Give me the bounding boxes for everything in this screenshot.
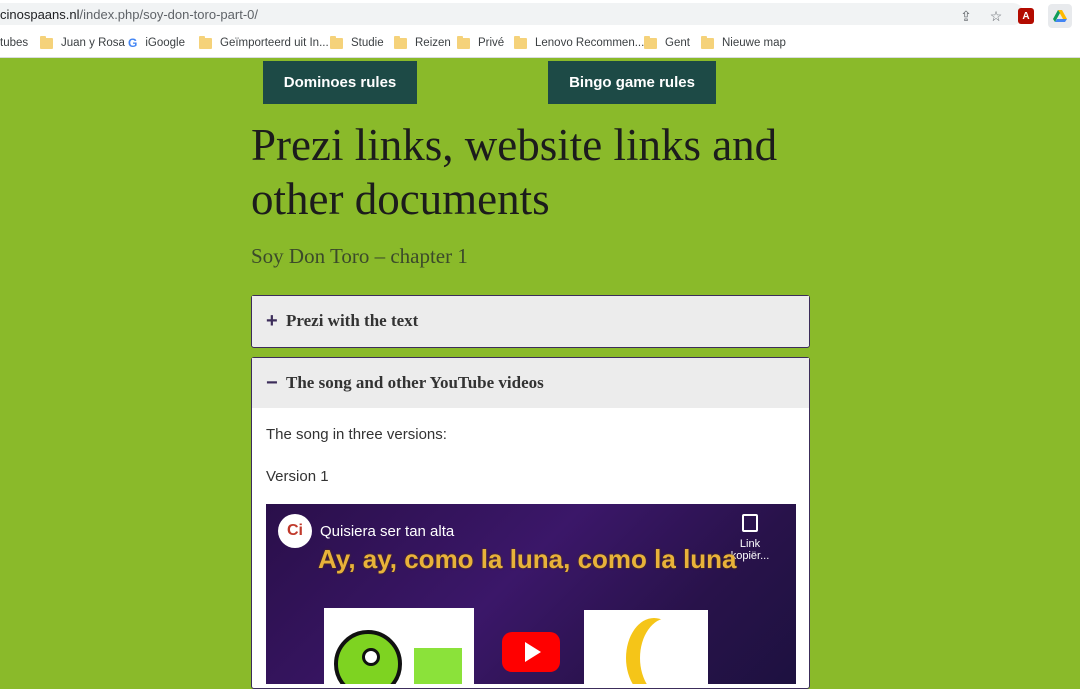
url-path: /index.php/soy-don-toro-part-0/ (79, 7, 258, 22)
eye-icon (362, 648, 380, 666)
url-text: cinospaans.nl/index.php/soy-don-toro-par… (0, 7, 258, 22)
bookmark-igoogle[interactable]: GiGoogle (128, 35, 185, 51)
plus-icon: + (266, 310, 278, 332)
google-icon: G (128, 36, 138, 50)
intro-text: The song in three versions: (266, 426, 447, 443)
accordion-header[interactable]: + Prezi with the text (252, 296, 809, 346)
face-icon (334, 630, 402, 684)
page-subtitle: Soy Don Toro – chapter 1 (251, 244, 468, 268)
bookmark-nieuwe-map[interactable]: Nieuwe map (701, 35, 786, 51)
accordion-title: Prezi with the text (286, 311, 419, 330)
accordion-header[interactable]: − The song and other YouTube videos (252, 358, 809, 408)
video-lyric-text: Ay, ay, como la luna, como la luna (318, 544, 737, 574)
bookmark-tubes[interactable]: tubes (0, 35, 28, 51)
video-title[interactable]: Quisiera ser tan alta (320, 523, 454, 540)
url-field[interactable]: cinospaans.nl/index.php/soy-don-toro-par… (0, 3, 1024, 25)
dominoes-rules-button[interactable]: Dominoes rules (263, 61, 417, 104)
moon-icon (640, 618, 696, 684)
folder-icon (514, 35, 527, 49)
bookmarks-bar: tubes Juan y Rosa GiGoogle Geïmporteerd … (0, 28, 1080, 58)
youtube-embed[interactable]: Ci Quisiera ser tan alta Link kopiër... … (266, 504, 796, 684)
folder-icon (394, 35, 407, 49)
bookmark-studie[interactable]: Studie (330, 35, 384, 51)
address-bar: cinospaans.nl/index.php/soy-don-toro-par… (0, 0, 1080, 28)
bookmark-label: Lenovo Recommen... (535, 37, 645, 49)
folder-icon (644, 35, 657, 49)
copy-icon (742, 514, 758, 532)
folder-icon (457, 35, 470, 49)
accordion-title: The song and other YouTube videos (286, 373, 544, 392)
accordion-youtube: − The song and other YouTube videos The … (251, 357, 810, 689)
bookmark-gent[interactable]: Gent (644, 35, 690, 51)
bookmark-label: Geïmporteerd uit In... (220, 37, 329, 49)
folder-icon (40, 35, 53, 49)
folder-icon (701, 35, 714, 49)
moon-image (584, 610, 708, 684)
bookmark-label: Studie (351, 37, 384, 49)
drive-extension-icon[interactable] (1048, 4, 1072, 28)
cartoon-face-image (324, 608, 474, 684)
url-domain: cinospaans.nl (0, 7, 80, 22)
bookmark-label: Nieuwe map (722, 37, 786, 49)
bookmark-geimporteerd[interactable]: Geïmporteerd uit In... (199, 35, 329, 51)
bookmark-label: Gent (665, 37, 690, 49)
channel-logo[interactable]: Ci (278, 514, 312, 548)
page-title: Prezi links, website links and other doc… (251, 120, 778, 224)
play-icon (525, 642, 541, 662)
bookmark-label: Privé (478, 37, 505, 49)
pdf-extension-icon[interactable]: A (1018, 8, 1034, 24)
version-label: Version 1 (266, 468, 329, 485)
bingo-rules-button[interactable]: Bingo game rules (548, 61, 716, 104)
star-icon[interactable]: ☆ (988, 8, 1004, 24)
bookmark-juan-y-rosa[interactable]: Juan y Rosa (40, 35, 125, 51)
bookmark-prive[interactable]: Privé (457, 35, 504, 51)
bookmark-lenovo[interactable]: Lenovo Recommen... (514, 35, 644, 51)
green-square (414, 648, 462, 684)
toolbar-icons: ⇪ ☆ A (958, 4, 1072, 28)
folder-icon (330, 35, 343, 49)
folder-icon (199, 35, 212, 49)
bookmark-label: Reizen (415, 37, 451, 49)
bookmark-reizen[interactable]: Reizen (394, 35, 451, 51)
minus-icon: − (266, 372, 278, 394)
google-drive-icon (1053, 10, 1067, 22)
youtube-play-button[interactable] (502, 632, 560, 672)
bookmark-label: iGoogle (145, 37, 185, 49)
bookmark-label: tubes (0, 37, 29, 49)
accordion-prezi[interactable]: + Prezi with the text (251, 295, 810, 348)
bookmark-label: Juan y Rosa (61, 37, 125, 49)
share-icon[interactable]: ⇪ (958, 8, 974, 24)
